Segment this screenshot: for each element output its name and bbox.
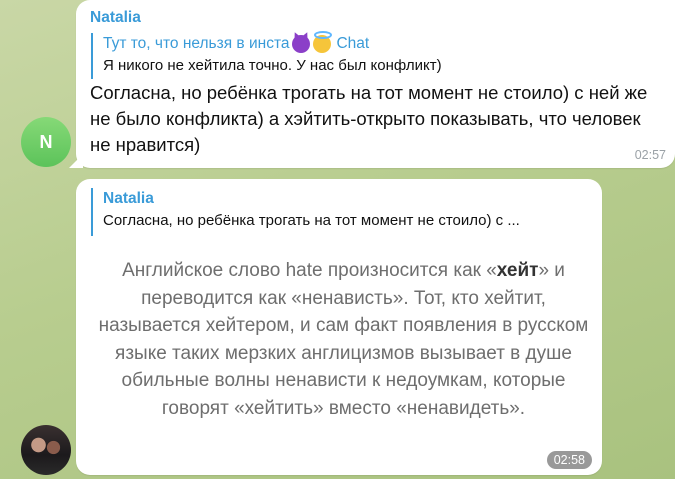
- reply-preview[interactable]: Тут то, что нельзя в инста Chat Я никого…: [91, 30, 663, 79]
- reply-title: Тут то, что нельзя в инста: [103, 35, 290, 52]
- reply-preview[interactable]: Natalia Согласна, но ребёнка трогать на …: [91, 188, 593, 236]
- quote-text: Английское слово hate произносится как «…: [96, 257, 591, 422]
- avatar-letter: N: [39, 131, 53, 152]
- quote-text-bold: хейт: [496, 260, 539, 281]
- reply-text: Я никого не хейтила точно. У нас был кон…: [103, 57, 442, 74]
- sender-name[interactable]: Natalia: [90, 9, 141, 27]
- message-time: 02:57: [634, 148, 666, 162]
- smiling-devil-icon: [292, 34, 311, 53]
- message-text: Согласна, но ребёнка трогать на тот моме…: [90, 82, 648, 155]
- message-time: 02:58: [546, 451, 592, 469]
- reply-title-row: Тут то, что нельзя в инста Chat: [103, 30, 663, 54]
- quote-text-after: » и переводится как «ненависть». Тот, кт…: [98, 260, 589, 419]
- quote-text-before: Английское слово hate произносится как «: [122, 260, 497, 281]
- message-bubble[interactable]: Natalia Согласна, но ребёнка трогать на …: [76, 179, 602, 475]
- reply-title-suffix: Chat: [336, 35, 370, 52]
- bubble-tail: [69, 154, 83, 168]
- avatar[interactable]: N: [21, 117, 71, 167]
- avatar[interactable]: [21, 425, 71, 475]
- reply-text: Согласна, но ребёнка трогать на тот моме…: [103, 212, 520, 229]
- message-bubble[interactable]: Natalia Тут то, что нельзя в инста Chat …: [69, 0, 675, 168]
- angel-face-icon: [313, 30, 333, 53]
- reply-title: Natalia: [103, 190, 154, 207]
